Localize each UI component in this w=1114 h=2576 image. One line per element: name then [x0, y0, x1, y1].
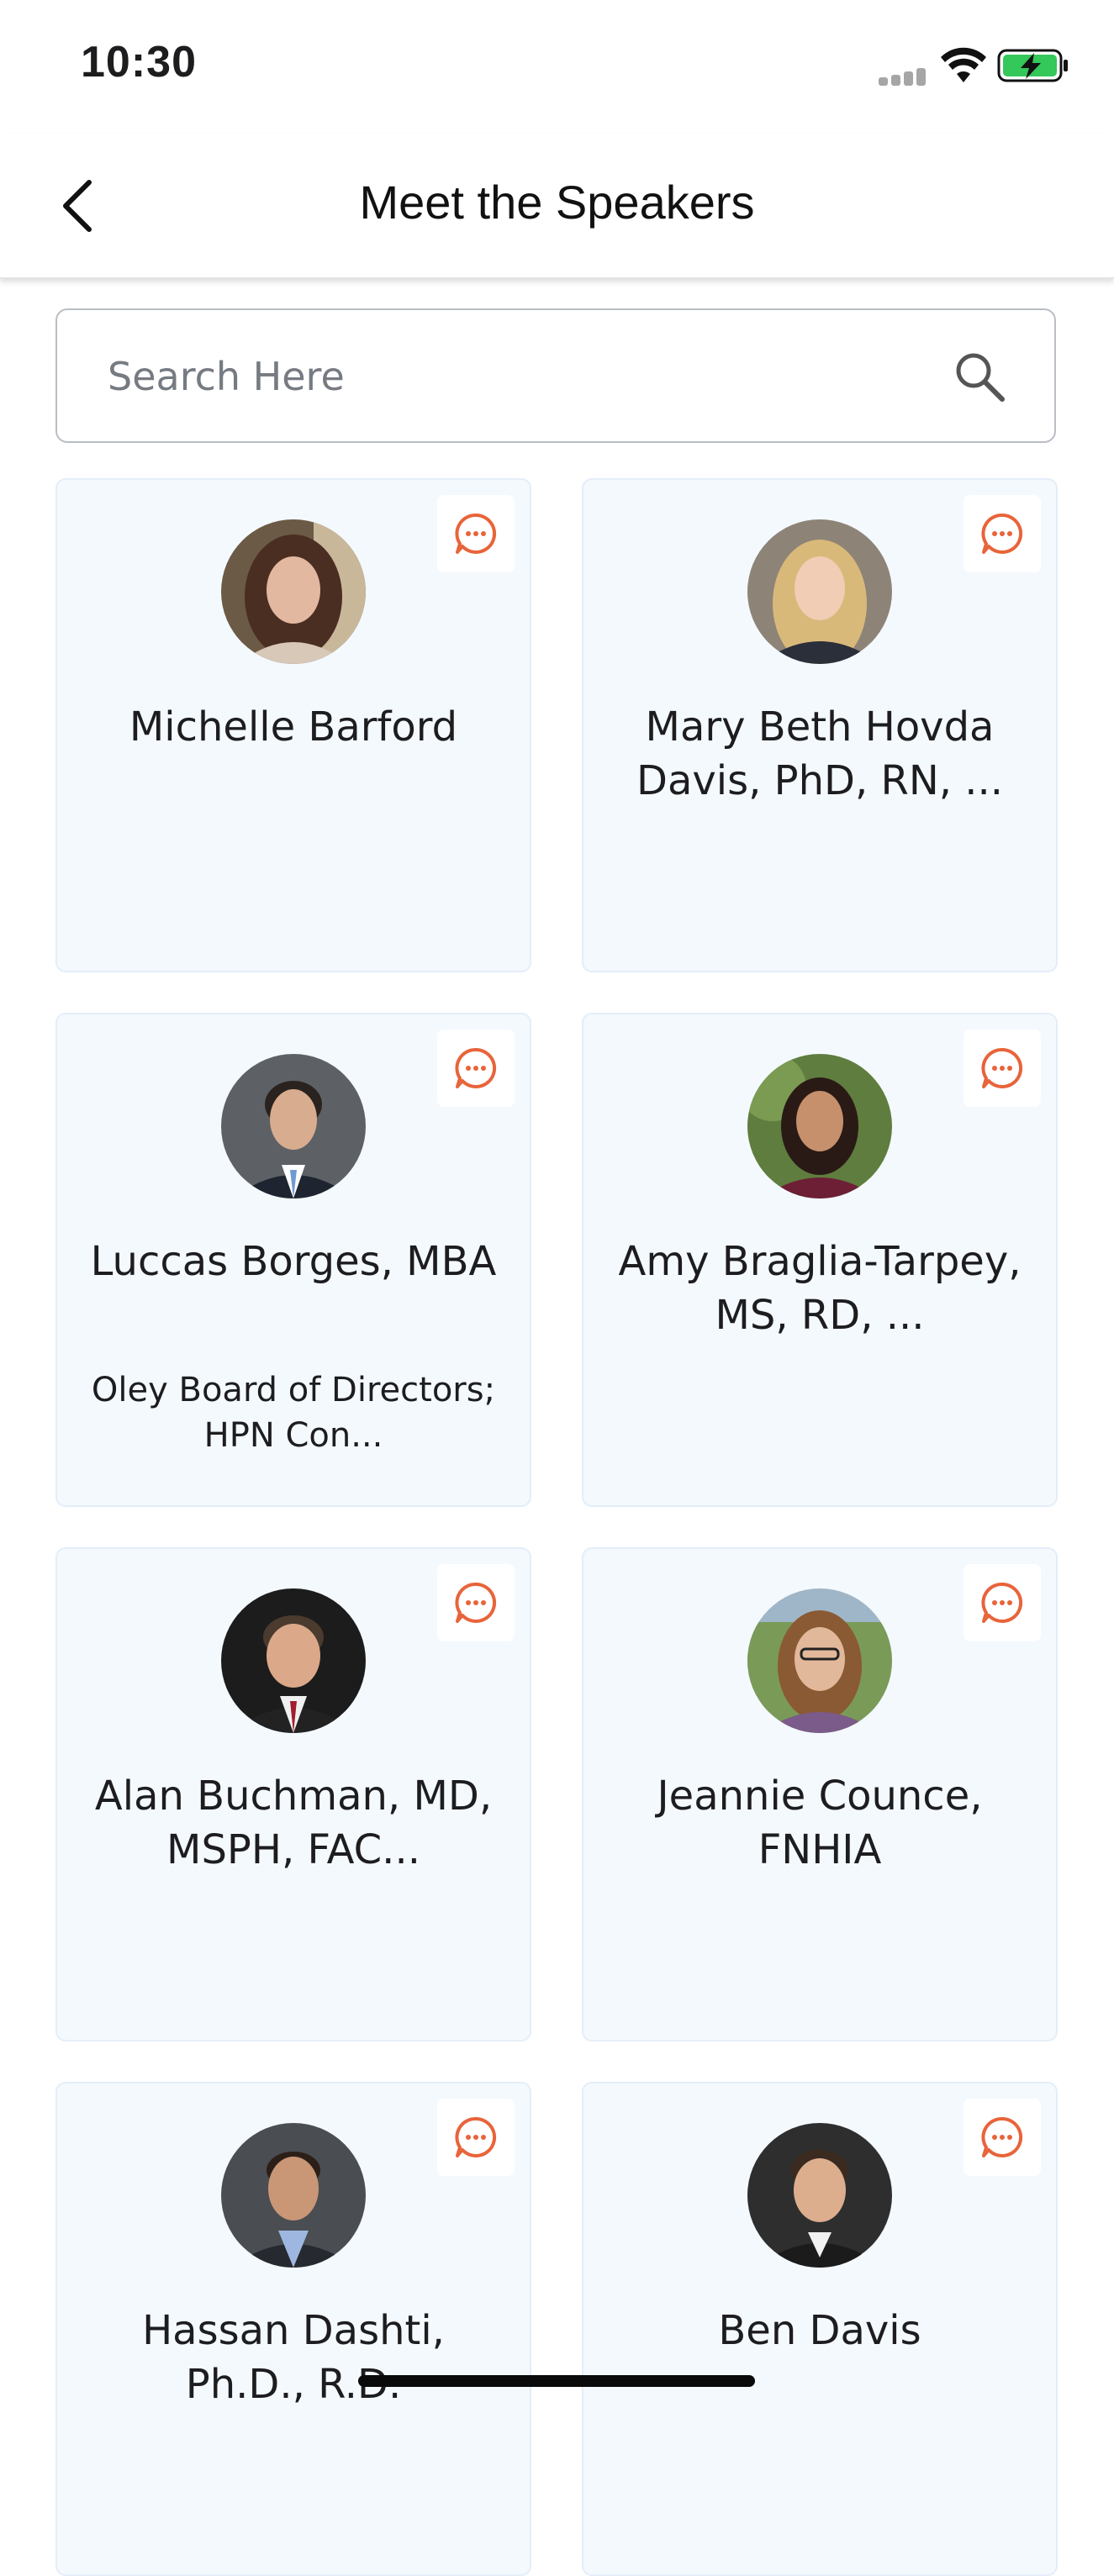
chat-button[interactable]: [964, 1030, 1041, 1107]
avatar: [221, 2123, 366, 2268]
speaker-title: Oley Board of Directors; HPN Con...: [91, 1371, 496, 1455]
search-box: [55, 308, 1056, 443]
home-indicator: [358, 2375, 755, 2387]
chat-button[interactable]: [437, 495, 515, 572]
chat-button[interactable]: [437, 1030, 515, 1107]
avatar: [747, 2123, 892, 2268]
speaker-card[interactable]: Mary Beth Hovda Davis, PhD, RN, ...: [582, 478, 1058, 972]
speaker-name: Michelle Barford: [129, 703, 458, 751]
speaker-name: Mary Beth Hovda Davis, PhD, RN, ...: [636, 703, 1004, 804]
cellular-signal-icon: [879, 67, 929, 86]
avatar: [747, 1054, 892, 1198]
battery-charging-icon: [997, 49, 1068, 82]
speaker-card[interactable]: Amy Braglia-Tarpey, MS, RD, ...: [582, 1013, 1058, 1507]
chat-button[interactable]: [964, 1564, 1041, 1641]
chat-button[interactable]: [437, 2099, 515, 2176]
chat-bubble-icon: [455, 1582, 497, 1623]
nav-bar: Meet the Speakers: [0, 134, 1114, 279]
chat-bubble-icon: [455, 513, 497, 554]
speaker-grid: Michelle Barford Mary Beth Hovda Davis, …: [55, 478, 1058, 2576]
speaker-name: Ben Davis: [718, 2307, 921, 2354]
speaker-card[interactable]: Jeannie Counce, FNHIA: [582, 1547, 1058, 2041]
speaker-name: Hassan Dashti, Ph.D., R.D.: [142, 2307, 445, 2408]
status-bar: 10:30: [0, 0, 1114, 134]
speaker-name: Jeannie Counce, FNHIA: [657, 1773, 983, 1873]
chat-button[interactable]: [437, 1564, 515, 1641]
speaker-card[interactable]: Michelle Barford: [55, 478, 531, 972]
speaker-name: Amy Braglia-Tarpey, MS, RD, ...: [618, 1238, 1022, 1339]
avatar: [221, 1054, 366, 1198]
chat-bubble-icon: [455, 1047, 497, 1088]
speaker-card[interactable]: Alan Buchman, MD, MSPH, FAC...: [55, 1547, 531, 2041]
chat-button[interactable]: [964, 2099, 1041, 2176]
speaker-card[interactable]: Ben Davis: [582, 2082, 1058, 2576]
avatar: [747, 1588, 892, 1733]
chat-button[interactable]: [964, 495, 1041, 572]
chat-bubble-icon: [981, 1047, 1023, 1088]
search-icon[interactable]: [952, 349, 1007, 404]
wifi-icon: [941, 47, 986, 82]
speaker-name: Luccas Borges, MBA: [90, 1238, 497, 1285]
chat-bubble-icon: [455, 2116, 497, 2157]
chat-bubble-icon: [981, 1582, 1023, 1623]
chat-bubble-icon: [981, 2116, 1023, 2157]
speaker-card[interactable]: Luccas Borges, MBA Oley Board of Directo…: [55, 1013, 531, 1507]
search-input[interactable]: [106, 310, 950, 443]
avatar: [221, 1588, 366, 1733]
avatar: [221, 519, 366, 664]
page-title: Meet the Speakers: [359, 176, 755, 229]
chat-bubble-icon: [981, 513, 1023, 554]
speaker-name: Alan Buchman, MD, MSPH, FAC...: [94, 1773, 493, 1873]
avatar: [747, 519, 892, 664]
status-time: 10:30: [81, 38, 197, 87]
speaker-card[interactable]: Hassan Dashti, Ph.D., R.D.: [55, 2082, 531, 2576]
